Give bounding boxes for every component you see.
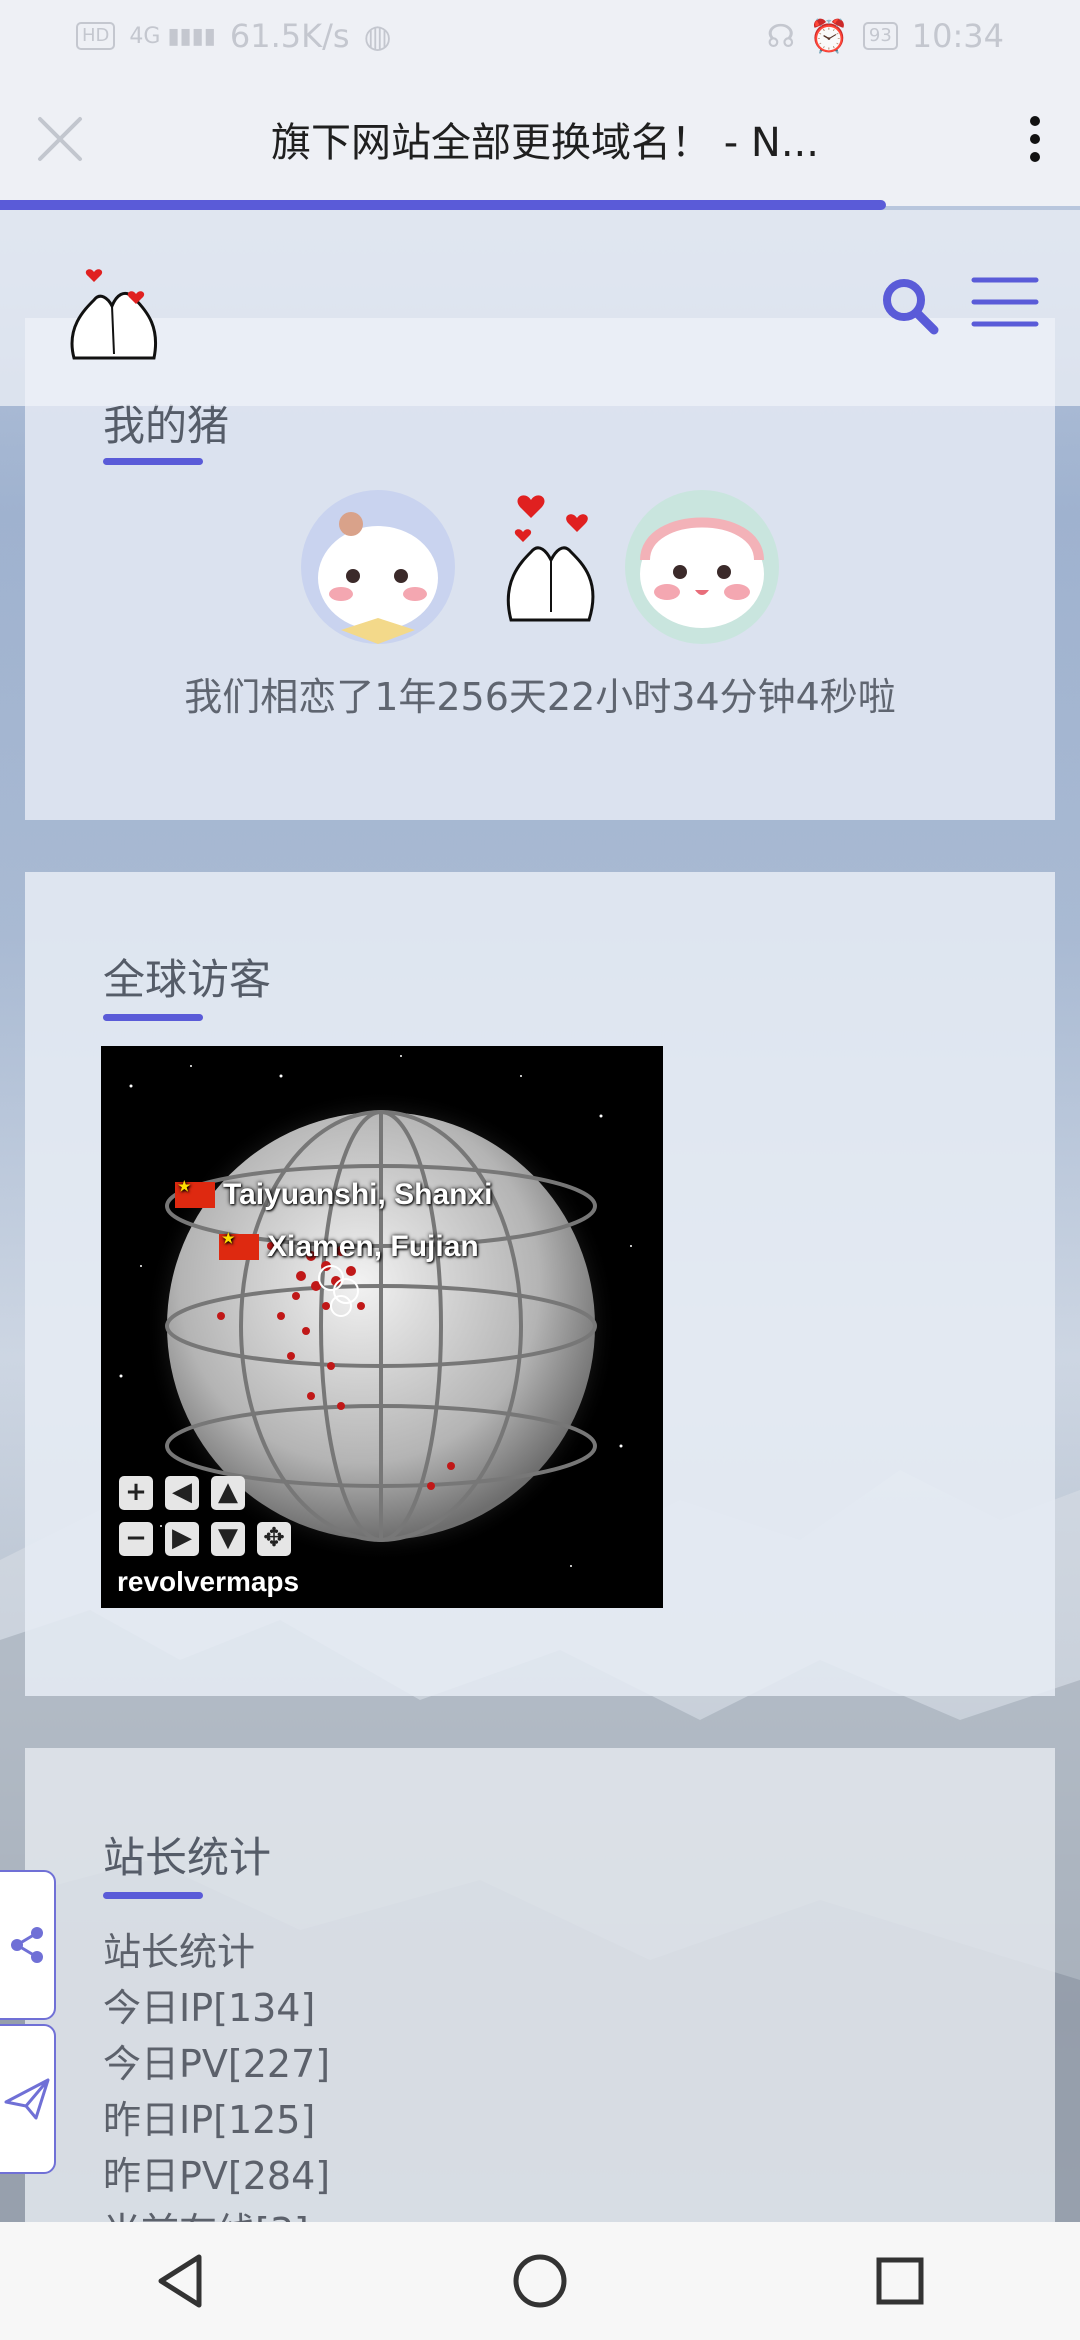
menu-button[interactable]: [970, 272, 1040, 332]
site-header: [0, 210, 1080, 406]
visitors-card: 全球访客 ★ Taiyuanshi, Shanxi ★ Xiamen, Fuji…: [25, 872, 1055, 1696]
home-button[interactable]: [480, 2231, 600, 2331]
zoom-in-button[interactable]: +: [119, 1476, 153, 1510]
rotate-right-button[interactable]: ▶: [165, 1522, 199, 1556]
send-button[interactable]: [0, 2024, 56, 2174]
stats-yesterday-pv: 昨日PV[284]: [103, 2154, 331, 2198]
rotate-down-button[interactable]: ▼: [211, 1522, 245, 1556]
stats-yesterday-ip: 昨日IP[125]: [103, 2098, 316, 2142]
paper-plane-icon: [4, 2078, 50, 2120]
stats-today-pv: 今日PV[227]: [103, 2042, 331, 2086]
search-icon: [883, 279, 939, 335]
back-triangle-icon: [158, 2254, 202, 2308]
zoom-out-button[interactable]: −: [119, 1522, 153, 1556]
title-underline: [103, 458, 203, 465]
revolvermaps-brand-link[interactable]: revolvermaps: [117, 1566, 299, 1598]
title-underline: [103, 1014, 203, 1021]
home-circle-icon: [513, 2254, 567, 2308]
site-logo[interactable]: [64, 258, 164, 362]
battery-icon: 93: [862, 22, 898, 50]
location-label: Xiamen, Fujian: [219, 1230, 479, 1264]
back-button[interactable]: [120, 2231, 240, 2331]
avatar-right: [625, 490, 779, 644]
avatar-left: [301, 490, 455, 644]
china-flag-icon: [175, 1178, 215, 1208]
recents-button[interactable]: [840, 2231, 960, 2331]
stats-today-ip: 今日IP[134]: [103, 1986, 316, 2030]
stats-link[interactable]: 站长统计: [103, 1924, 330, 1980]
title-underline: [103, 1892, 203, 1899]
close-icon: [38, 117, 82, 161]
stats-list: 站长统计 今日IP[134] 今日PV[227] 昨日IP[125] 昨日PV[…: [103, 1924, 330, 2260]
couple-hands-image: [491, 482, 611, 632]
search-button[interactable]: [880, 276, 940, 336]
signal-icon: 4G ▮▮▮▮: [129, 23, 216, 49]
status-bar: HD 4G ▮▮▮▮ 61.5K/s ◍ ☊ ⏰ 93 10:34: [0, 0, 1080, 72]
location-name: Taiyuanshi, Shanxi: [223, 1178, 493, 1211]
close-button[interactable]: [0, 72, 120, 206]
page-load-progress: [0, 200, 886, 210]
share-icon: [11, 1927, 43, 1963]
visitors-card-title: 全球访客: [103, 955, 272, 1004]
more-options-button[interactable]: [990, 72, 1080, 206]
recents-square-icon: [876, 2257, 924, 2305]
hands-logo-icon: [70, 269, 158, 360]
rotate-left-button[interactable]: ◀: [165, 1476, 199, 1510]
system-navigation-bar: [0, 2222, 1080, 2340]
page-title: 旗下网站全部更换域名！ - N...: [271, 120, 819, 166]
more-vertical-icon: [1030, 116, 1040, 162]
browser-titlebar: 旗下网站全部更换域名！ - N...: [0, 72, 1080, 206]
stats-card-title: 站长统计: [103, 1833, 272, 1882]
location-name: Xiamen, Fujian: [267, 1230, 479, 1263]
vpn-icon: ◍: [363, 17, 392, 55]
location-label: Taiyuanshi, Shanxi: [175, 1178, 493, 1212]
avatar-row: [25, 490, 1055, 650]
rotate-up-button[interactable]: ▲: [211, 1476, 245, 1510]
love-duration-text: 我们相恋了1年256天22小时34分钟4秒啦: [184, 675, 896, 719]
headset-icon: ☊: [766, 17, 796, 55]
revolvermaps-widget[interactable]: Taiyuanshi, Shanxi Xiamen, Fujian + ◀ ▲ …: [101, 1046, 663, 1608]
china-flag-icon: [219, 1230, 259, 1260]
alarm-icon: ⏰: [809, 17, 849, 55]
battery-level: 93: [868, 25, 892, 46]
network-speed: 61.5K/s: [229, 17, 350, 55]
hamburger-menu-icon: [971, 277, 1039, 327]
hd-indicator: HD: [76, 22, 116, 50]
pan-button[interactable]: ✥: [257, 1522, 291, 1556]
share-button[interactable]: [0, 1870, 56, 2020]
clock: 10:34: [911, 17, 1004, 55]
